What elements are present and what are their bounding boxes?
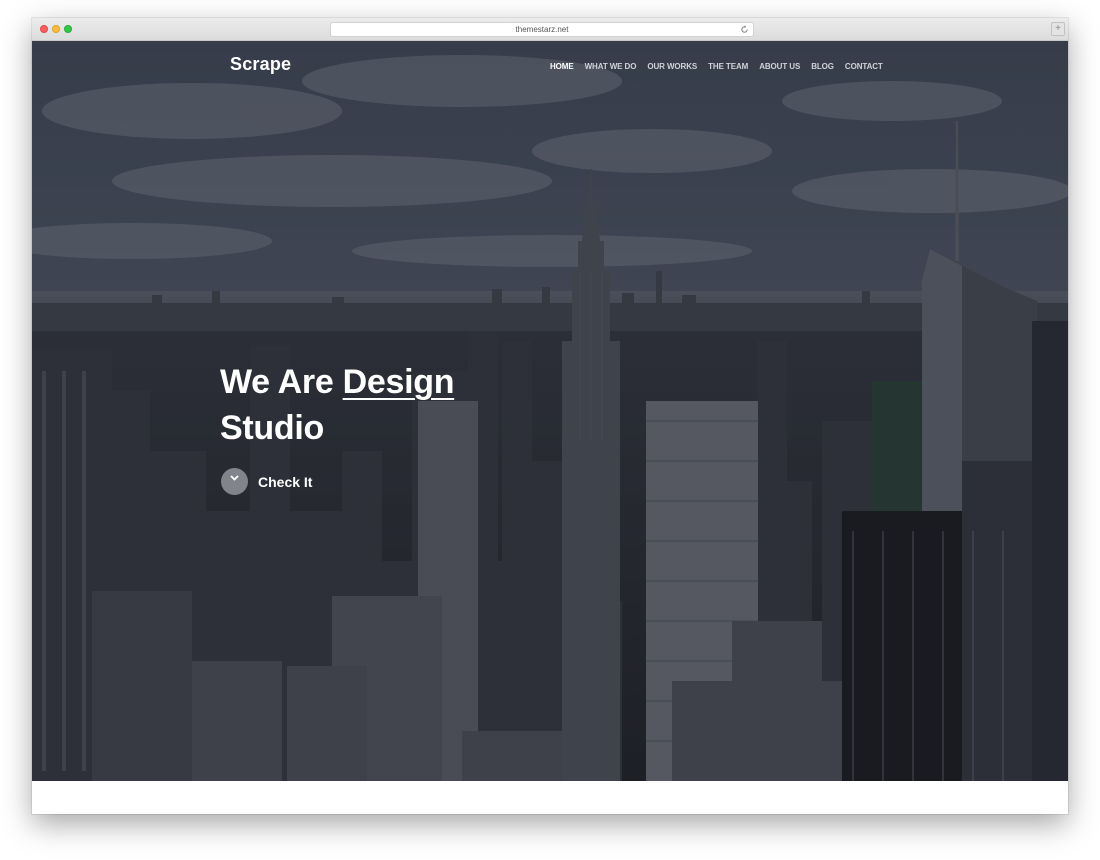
chevron-down-icon — [230, 475, 239, 481]
nav-item-blog[interactable]: BLOG — [811, 62, 834, 71]
hero-overlay — [32, 41, 1068, 781]
reload-icon[interactable] — [740, 25, 749, 34]
site-logo[interactable]: Scrape — [230, 54, 291, 75]
main-nav: HOME WHAT WE DO OUR WORKS THE TEAM ABOUT… — [550, 62, 883, 71]
nav-item-our-works[interactable]: OUR WORKS — [647, 62, 697, 71]
nav-item-what-we-do[interactable]: WHAT WE DO — [585, 62, 637, 71]
nav-item-the-team[interactable]: THE TEAM — [708, 62, 748, 71]
headline-underlined-word: Design — [342, 363, 455, 401]
check-it-label: Check It — [258, 473, 313, 490]
nav-item-about-us[interactable]: ABOUT US — [759, 62, 800, 71]
check-it-button[interactable]: Check It — [221, 468, 312, 495]
content-strip — [32, 781, 1068, 814]
browser-window: themestarz.net + Scrape HOME WHAT WE DO … — [32, 18, 1068, 814]
hero-headline: We Are Design Studio — [220, 359, 454, 451]
headline-prefix: We Are — [220, 363, 343, 401]
headline-line2: Studio — [220, 409, 324, 447]
nav-item-contact[interactable]: CONTACT — [845, 62, 883, 71]
hero-section: Scrape HOME WHAT WE DO OUR WORKS THE TEA… — [32, 41, 1068, 781]
address-bar[interactable]: themestarz.net — [330, 22, 754, 37]
browser-toolbar: themestarz.net + — [32, 18, 1068, 41]
plus-icon[interactable]: + — [1051, 22, 1065, 36]
maximize-window-button[interactable] — [64, 25, 72, 33]
close-window-button[interactable] — [40, 25, 48, 33]
address-bar-url: themestarz.net — [515, 25, 569, 34]
minimize-window-button[interactable] — [52, 25, 60, 33]
nav-item-home[interactable]: HOME — [550, 62, 574, 71]
cta-circle[interactable] — [221, 468, 248, 495]
